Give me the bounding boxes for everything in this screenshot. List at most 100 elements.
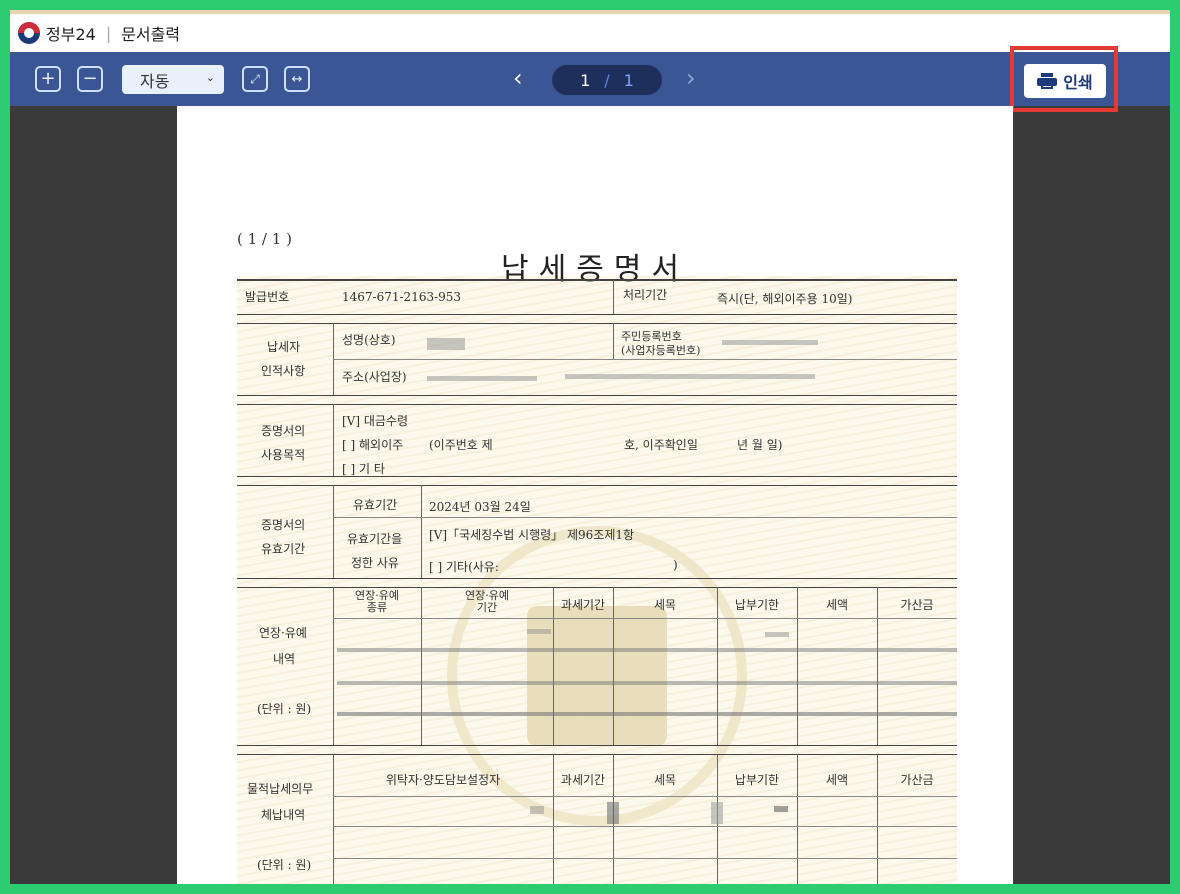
deferral-header: 세목 <box>653 598 677 612</box>
chevron-down-icon: ⌄ <box>205 71 215 84</box>
issue-no-label: 발급번호 <box>245 290 290 304</box>
title-separator: | <box>105 23 112 43</box>
processing-value: 즉시(단, 해외이주용 10일) <box>717 292 853 306</box>
rule <box>421 485 422 578</box>
page-total: 1 <box>623 70 634 90</box>
redacted-resident-no <box>722 340 818 345</box>
app-subtitle: 문서출력 <box>121 25 181 44</box>
next-page-button[interactable]: › <box>686 64 696 92</box>
rule <box>333 826 957 827</box>
deferral-header: 연장·유예 기간 <box>465 589 509 614</box>
resident-label-2: (사업자등록번호) <box>621 344 701 357</box>
rule <box>333 404 334 476</box>
deferral-header: 과세기간 <box>560 598 606 612</box>
redacted-cell <box>527 629 551 634</box>
minus-icon: − <box>82 68 98 89</box>
physical-header: 과세기간 <box>560 773 606 787</box>
rule <box>237 587 957 588</box>
viewer-window: 정부24 | 문서출력 + − 자동 ⌄ ⤢ ↔ ‹ 1 / 1 › 인쇄 (… <box>10 10 1170 884</box>
rule <box>237 314 957 315</box>
purpose-option-payment: [V] 대금수령 <box>342 414 409 428</box>
document-page: ( 1 / 1 ) 납세증명서 발급번호 1467-671-2163-953 처… <box>177 106 1013 884</box>
physical-header: 세목 <box>653 773 677 787</box>
validity-reason-close: ) <box>673 558 678 572</box>
page-indicator: 1 / 1 <box>552 65 662 95</box>
issue-no-value: 1467-671-2163-953 <box>342 290 462 304</box>
highlight-box <box>1010 46 1118 112</box>
gov24-logo-icon <box>18 22 40 44</box>
validity-reason-option-1: [V]「국세징수법 시행령」 제96조제1항 <box>429 528 635 542</box>
rule <box>237 485 957 486</box>
physical-header: 세액 <box>825 773 849 787</box>
deferral-header: 세액 <box>825 598 849 612</box>
rule <box>333 858 957 859</box>
address-label: 주소(사업장) <box>342 370 407 384</box>
rule <box>333 517 957 518</box>
fit-width-icon: ↔ <box>291 71 303 87</box>
zoom-select[interactable]: 자동 ⌄ <box>122 65 224 94</box>
rule <box>333 618 957 619</box>
redacted-row <box>337 681 957 685</box>
purpose-option-other: [ ] 기 타 <box>342 462 385 476</box>
emigration-detail: (이주번호 제 <box>429 438 493 452</box>
taxpayer-label: 납세자 <box>267 340 301 354</box>
redacted-cell <box>607 802 619 824</box>
rule <box>333 359 957 360</box>
physical-label-2: 체납내역 <box>261 808 306 822</box>
rule <box>613 280 614 314</box>
rule <box>237 323 957 324</box>
physical-header: 납부기한 <box>734 773 780 787</box>
rule <box>237 279 957 281</box>
rule <box>237 476 957 477</box>
chevron-left-icon: ‹ <box>513 64 523 92</box>
validity-reason-label-2: 정한 사유 <box>351 556 399 570</box>
rule <box>333 485 334 578</box>
redacted-row <box>337 712 957 716</box>
page-current[interactable]: 1 <box>580 71 590 90</box>
purpose-label: 증명서의 <box>261 424 306 438</box>
app-title: 정부24 <box>46 25 96 44</box>
processing-label: 처리기간 <box>623 288 668 302</box>
validity-label: 증명서의 <box>261 518 306 532</box>
purpose-option-emigration: [ ] 해외이주 <box>342 438 404 452</box>
rule <box>237 745 957 746</box>
name-label: 성명(상호) <box>342 333 396 347</box>
redacted-name <box>427 338 465 350</box>
taxpayer-label-2: 인적사항 <box>261 364 306 378</box>
deferral-label-2: 내역 <box>273 652 296 666</box>
redacted-cell <box>711 802 723 824</box>
viewer-toolbar: + − 자동 ⌄ ⤢ ↔ ‹ 1 / 1 › 인쇄 <box>10 52 1170 106</box>
deferral-header: 연장·유예 종류 <box>355 589 399 614</box>
redacted-cell <box>774 806 788 812</box>
redacted-cell <box>765 632 789 637</box>
deferral-label: 연장·유예 <box>259 626 307 640</box>
purpose-label-2: 사용목적 <box>261 448 306 462</box>
validity-period-value: 2024년 03월 24일 <box>429 500 531 514</box>
validity-reason-label: 유효기간을 <box>347 532 403 546</box>
physical-header: 가산금 <box>900 773 934 787</box>
emigration-detail-2: 호, 이주확인일 <box>624 438 698 452</box>
physical-header: 위탁자·양도담보설정자 <box>385 773 501 787</box>
rule <box>237 754 957 755</box>
fit-page-icon: ⤢ <box>250 72 260 86</box>
zoom-in-button[interactable]: + <box>35 66 61 92</box>
title-bar: 정부24 | 문서출력 <box>10 14 1170 52</box>
zoom-select-value: 자동 <box>140 71 170 91</box>
redacted-address <box>427 376 537 381</box>
fit-page-button[interactable]: ⤢ <box>242 66 268 92</box>
redacted-cell <box>530 806 544 814</box>
deferral-header: 가산금 <box>900 598 934 612</box>
physical-label: 물적납세의무 <box>247 782 314 796</box>
plus-icon: + <box>40 68 56 89</box>
rule <box>237 404 957 405</box>
rule <box>333 796 957 797</box>
rule <box>237 395 957 396</box>
validity-period-label: 유효기간 <box>353 498 398 512</box>
fit-width-button[interactable]: ↔ <box>284 66 310 92</box>
emigration-date: 년 월 일) <box>737 438 783 452</box>
validity-label-2: 유효기간 <box>261 542 306 556</box>
zoom-out-button[interactable]: − <box>77 66 103 92</box>
prev-page-button[interactable]: ‹ <box>513 64 523 92</box>
document-title: 납세증명서 <box>501 252 689 287</box>
rule <box>237 578 957 579</box>
